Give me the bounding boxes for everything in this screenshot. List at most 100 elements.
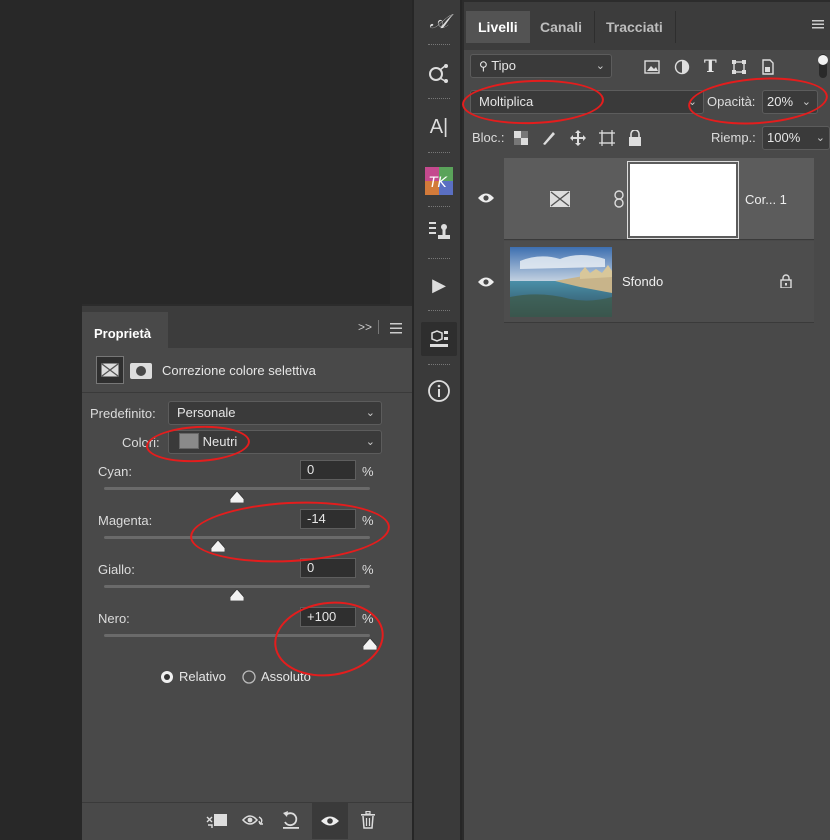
divider xyxy=(82,392,412,393)
reset-icon[interactable] xyxy=(282,810,300,833)
preset-value: Personale xyxy=(177,405,236,420)
collapse-icon[interactable]: >> xyxy=(358,320,372,334)
cyan-label: Cyan: xyxy=(98,464,132,479)
lock-pixels-icon[interactable] xyxy=(541,130,557,146)
view-previous-state-icon[interactable] xyxy=(241,812,266,831)
eye-icon xyxy=(321,816,339,826)
layer-mask-thumbnail[interactable] xyxy=(627,161,739,239)
chevron-down-icon: ⌄ xyxy=(815,132,825,144)
lock-position-icon[interactable] xyxy=(570,130,586,146)
radio-selected-icon xyxy=(161,670,173,683)
yellow-slider-thumb[interactable] xyxy=(229,588,245,602)
panel-toolstrip: 𝒜 A| TK ▶ xyxy=(412,0,462,840)
mask-icon xyxy=(130,363,152,379)
fill-label: Riemp.: xyxy=(711,130,756,145)
filter-kind-select[interactable]: ⚲ Tipo ⌄ xyxy=(470,54,612,78)
svg-text:TK: TK xyxy=(429,175,449,191)
layer-name[interactable]: Sfondo xyxy=(622,274,663,289)
type-filter-icon[interactable]: T xyxy=(704,57,717,77)
annotation-circle xyxy=(461,77,605,127)
grip xyxy=(428,44,450,46)
preset-label: Predefinito: xyxy=(90,406,156,421)
mask-button[interactable] xyxy=(130,363,152,382)
smart-object-filter-icon[interactable] xyxy=(761,59,775,75)
yellow-input[interactable]: 0 xyxy=(300,558,356,578)
lock-transparency-icon[interactable] xyxy=(514,131,528,145)
divider xyxy=(378,320,379,334)
properties-footer xyxy=(82,803,412,839)
grip xyxy=(428,152,450,154)
lock-icon xyxy=(780,274,792,291)
layers-panel: Livelli Canali Tracciati ⚲ Tipo ⌄ T Molt… xyxy=(461,0,830,840)
visibility-eye-icon[interactable] xyxy=(478,276,494,291)
filter-icons: T xyxy=(644,57,814,77)
lock-all-icon[interactable] xyxy=(628,130,642,146)
lock-artboard-icon[interactable] xyxy=(599,130,615,146)
tab-proprieta[interactable]: Proprietà xyxy=(82,312,168,348)
cyan-input[interactable]: 0 xyxy=(300,460,356,480)
adjustment-filter-icon[interactable] xyxy=(674,59,690,75)
relative-label: Relativo xyxy=(179,669,226,684)
chevron-down-icon: ⌄ xyxy=(365,436,375,448)
yellow-percent: % xyxy=(362,562,374,577)
info-icon[interactable] xyxy=(421,374,457,408)
adjustment-title: Correzione colore selettiva xyxy=(162,363,316,378)
shape-filter-icon[interactable] xyxy=(731,59,747,75)
paragraph-icon[interactable]: A| xyxy=(421,110,457,144)
relative-radio[interactable]: Relativo xyxy=(160,669,226,684)
panel-menu-icon[interactable] xyxy=(390,322,402,337)
share-icon[interactable] xyxy=(421,56,457,90)
3d-icon[interactable] xyxy=(421,322,457,356)
search-icon: ⚲ xyxy=(479,59,488,73)
annotation-circle xyxy=(188,496,392,568)
visibility-eye-icon[interactable] xyxy=(478,192,494,207)
properties-panel: Proprietà >> Correzione colore selettiva… xyxy=(82,304,412,840)
chevron-down-icon: ⌄ xyxy=(595,60,605,72)
image-filter-icon[interactable] xyxy=(644,60,660,74)
cyan-percent: % xyxy=(362,464,374,479)
lock-label: Bloc.: xyxy=(472,130,505,145)
clip-to-layer-icon[interactable] xyxy=(206,811,228,832)
chevron-down-icon: ⌄ xyxy=(365,407,375,419)
trash-icon[interactable] xyxy=(360,810,376,832)
selective-color-adjustment-icon xyxy=(550,191,570,210)
cyan-slider-thumb[interactable] xyxy=(229,490,245,504)
grip xyxy=(428,258,450,260)
preset-select[interactable]: Personale ⌄ xyxy=(168,401,382,425)
filter-kind-label: Tipo xyxy=(491,58,516,73)
tab-tracciati[interactable]: Tracciati xyxy=(594,11,676,43)
grip xyxy=(428,310,450,312)
play-icon[interactable]: ▶ xyxy=(421,268,457,302)
annotation-circle xyxy=(686,73,830,129)
background-thumbnail[interactable] xyxy=(510,247,612,317)
lock-icons xyxy=(514,129,646,147)
grip xyxy=(428,98,450,100)
layer-name[interactable]: Cor... 1 xyxy=(745,192,787,207)
tab-livelli[interactable]: Livelli xyxy=(466,11,530,43)
panel-menu-icon[interactable] xyxy=(812,18,824,32)
grip xyxy=(428,364,450,366)
stamp-icon[interactable] xyxy=(421,214,457,248)
link-icon[interactable] xyxy=(614,190,624,211)
fill-input[interactable]: 100% ⌄ xyxy=(762,126,830,150)
cyan-slider-track[interactable] xyxy=(104,487,370,490)
fill-value: 100% xyxy=(767,130,801,145)
grip xyxy=(428,206,450,208)
layer-row-adjustment[interactable]: Cor... 1 xyxy=(504,158,814,240)
filter-toggle[interactable] xyxy=(816,54,830,78)
tab-canali[interactable]: Canali xyxy=(528,11,596,43)
yellow-label: Giallo: xyxy=(98,562,135,577)
magenta-label: Magenta: xyxy=(98,513,153,528)
tk-plugin-icon[interactable]: TK xyxy=(421,164,457,198)
properties-header: Proprietà >> xyxy=(82,306,412,348)
annotation-circle xyxy=(145,423,251,465)
character-style-icon[interactable]: 𝒜 xyxy=(421,4,457,38)
toggle-visibility-button[interactable] xyxy=(312,803,348,839)
adjustment-button[interactable] xyxy=(96,356,124,384)
black-label: Nero: xyxy=(98,611,130,626)
selective-color-icon xyxy=(101,363,119,377)
radio-unselected-icon xyxy=(242,669,256,684)
layer-row-background[interactable]: Sfondo xyxy=(504,241,814,323)
yellow-slider-track[interactable] xyxy=(104,585,370,588)
layers-tabbar: Livelli Canali Tracciati xyxy=(464,0,830,50)
